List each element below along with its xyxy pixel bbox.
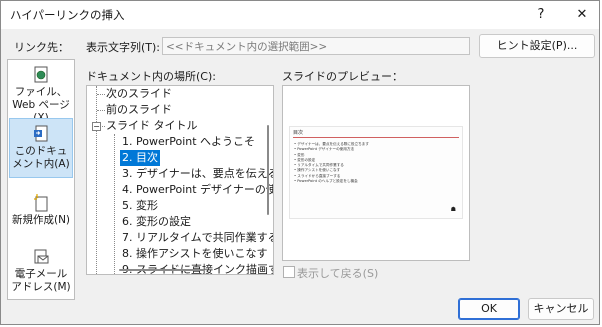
tree-item[interactable]: 7. リアルタイムで共同作業する (122, 230, 273, 246)
tree-item[interactable]: 前のスライド (106, 102, 172, 118)
ok-button[interactable]: OK (458, 298, 520, 320)
tree-item[interactable]: 次のスライド (106, 86, 172, 102)
link-to-email-label: 電子メール アドレス(M) (11, 268, 71, 293)
tree-connector (97, 94, 105, 95)
tree-item-selected[interactable]: 2. 目次 (120, 150, 160, 166)
place-tree[interactable]: − 次のスライド 前のスライド スライド タイトル 1. PowerPoint … (86, 85, 274, 275)
insert-hyperlink-dialog: ハイパーリンクの挿入 ? ✕ リンク先： 表示文字列(T): <<ドキュメント内… (0, 0, 600, 325)
link-to-file-web[interactable]: ファイル、Web ページ(X) (9, 66, 73, 124)
tree-item[interactable]: 6. 変形の設定 (122, 214, 191, 230)
slide-bullet-list: • デザイナーは、要点を伝える際に役立ちます • PowerPoint デザイナ… (294, 142, 369, 184)
close-button[interactable]: ✕ (567, 3, 597, 27)
slide-preview: 目次 • デザイナーは、要点を伝える際に役立ちます • PowerPoint デ… (282, 85, 470, 261)
tree-connector (97, 110, 105, 111)
tree-item[interactable]: 8. 操作アシストを使いこなす (122, 246, 268, 262)
slide-thumbnail: 目次 • デザイナーは、要点を伝える際に役立ちます • PowerPoint デ… (289, 126, 463, 219)
slide-bullet: • PowerPoint のヘルプと設定をし機会 (294, 179, 358, 184)
home-icon: ☗ (450, 206, 456, 213)
tree-item[interactable]: 1. PowerPoint へようこそ (122, 134, 255, 150)
tree-connector (96, 86, 97, 274)
document-place-icon (34, 125, 48, 142)
collapse-toggle[interactable]: − (92, 122, 101, 131)
tree-item[interactable]: 5. 変形 (122, 198, 158, 214)
link-to-panel: ファイル、Web ページ(X) このドキュメント内(A) 新規作成(N) 電 (7, 59, 75, 300)
tree-connector (114, 134, 115, 274)
link-to-this-document[interactable]: このドキュメント内(A) (9, 118, 73, 178)
tree-horizontal-scrollbar[interactable] (119, 269, 205, 271)
show-and-return-checkbox[interactable] (283, 266, 295, 278)
link-to-label: リンク先： (14, 41, 69, 54)
dialog-title: ハイパーリンクの挿入 (10, 8, 125, 22)
display-text-input[interactable]: <<ドキュメント内の選択範囲>> (162, 37, 470, 55)
tree-vertical-scrollbar[interactable] (267, 125, 269, 215)
slide-divider (293, 137, 459, 138)
tree-item[interactable]: 4. PowerPoint デザイナーの使 (122, 182, 273, 198)
display-text-label: 表示文字列(T): (86, 41, 161, 54)
tree-item[interactable]: スライド タイトル (106, 118, 198, 134)
slide-title: 目次 (293, 130, 304, 136)
file-web-icon (34, 66, 48, 83)
new-document-icon (34, 194, 48, 212)
link-to-new-document-label: 新規作成(N) (11, 214, 71, 226)
link-to-email[interactable]: 電子メール アドレス(M) (9, 248, 73, 294)
slide-preview-label: スライドのプレビュー： (282, 70, 403, 83)
link-to-new-document[interactable]: 新規作成(N) (9, 194, 73, 234)
link-to-this-document-label: このドキュメント内(A) (12, 145, 70, 170)
screentip-button[interactable]: ヒント設定(P)... (479, 34, 595, 58)
email-icon (34, 249, 49, 264)
place-in-document-label: ドキュメント内の場所(C): (86, 70, 216, 83)
title-bar: ハイパーリンクの挿入 ? ✕ (1, 1, 599, 29)
tree-item[interactable]: 3. デザイナーは、要点を伝える指 (122, 166, 273, 182)
show-and-return-label: 表示して戻る(S) (297, 267, 379, 280)
cancel-button[interactable]: キャンセル (528, 298, 594, 320)
help-button[interactable]: ? (526, 3, 556, 27)
